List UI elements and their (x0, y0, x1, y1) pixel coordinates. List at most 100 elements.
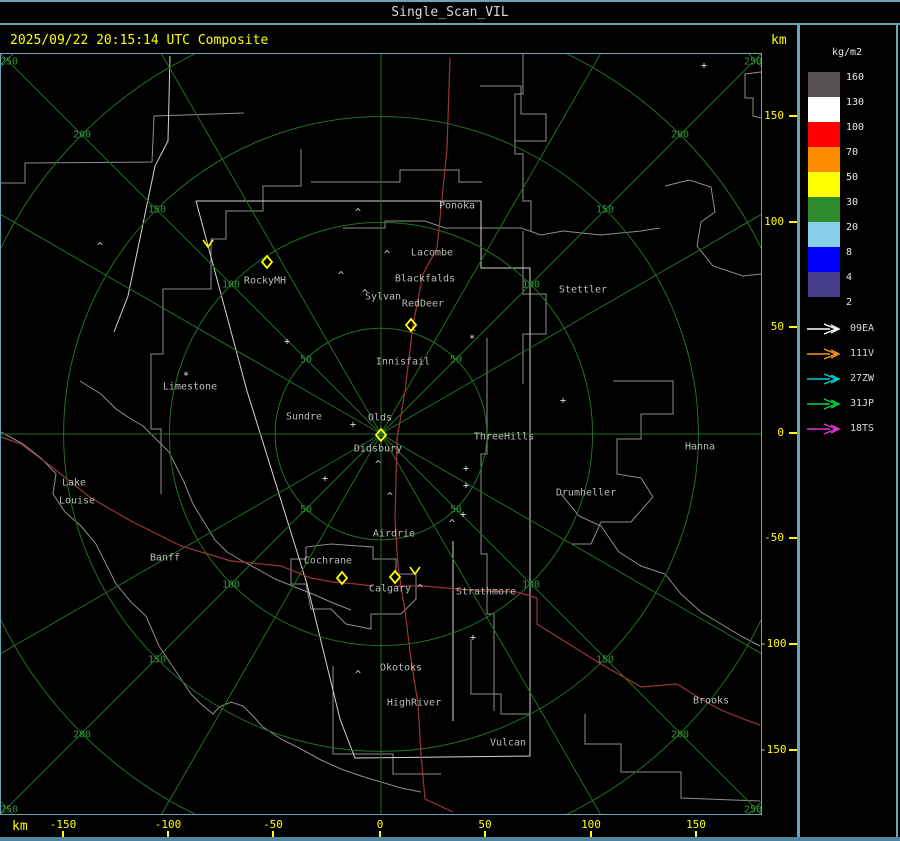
town-symbol: + (350, 420, 356, 431)
town-symbol: + (284, 337, 290, 348)
range-ring-label: 200 (73, 730, 91, 741)
city-label-hanna: Hanna (685, 442, 715, 453)
city-label-innisfail: Innisfail (376, 357, 430, 368)
color-swatch (808, 147, 840, 172)
town-symbol: + (463, 481, 469, 492)
range-ring-label: 250 (1, 57, 18, 68)
color-swatch (808, 272, 840, 297)
right-axis-tick (789, 643, 797, 645)
town-symbol: ^ (97, 242, 103, 253)
city-label-calgary: Calgary (369, 584, 411, 595)
bottom-axis-label: 150 (686, 818, 706, 831)
bottom-axis-label: -50 (263, 818, 283, 831)
legend-site-27zw: 27ZW (806, 372, 896, 385)
city-label-cochrane: Cochrane (304, 556, 352, 567)
town-symbol: ^ (355, 208, 361, 219)
county-boundary (480, 338, 495, 711)
county-boundary (470, 639, 531, 715)
county-boundary (514, 54, 532, 231)
city-label-highriver: HighRiver (387, 698, 441, 709)
radial-line-30deg (380, 0, 633, 435)
range-ring-label: 150 (148, 655, 166, 666)
town-symbol: ^ (355, 670, 361, 681)
radar-coverage-outline (113, 55, 171, 333)
range-ring-label: 100 (222, 580, 240, 591)
color-scale-value: 4 (846, 272, 853, 283)
right-axis-label: 100 (764, 215, 784, 228)
range-ring-label: 50 (300, 355, 312, 366)
city-label-olds: Olds (368, 413, 392, 424)
color-swatch (808, 97, 840, 122)
range-ring-label: 150 (596, 655, 614, 666)
color-swatch (808, 172, 840, 197)
county-boundary (522, 231, 547, 384)
town-symbol: + (560, 396, 566, 407)
color-scale-value: 130 (846, 97, 865, 108)
bottom-axis-label: 50 (478, 818, 492, 831)
city-label-limestone: Limestone (163, 382, 217, 393)
county-boundary (1, 112, 245, 184)
color-scale-value: 160 (846, 72, 865, 83)
bottom-axis-unit: km (12, 819, 28, 834)
range-ring-label: 250 (1, 805, 18, 815)
site-id-label: 111V (850, 348, 875, 359)
city-label-lake: Lake (62, 478, 86, 489)
county-boundary (0, 431, 160, 647)
color-scale-value: 30 (846, 197, 859, 208)
right-axis-label: 150 (764, 109, 784, 122)
right-border-line (896, 25, 898, 841)
city-label-banff: Banff (150, 553, 180, 564)
right-axis-label: -150 (760, 743, 787, 756)
bottom-axis-label: 0 (376, 818, 384, 831)
town-symbol: ^ (387, 492, 393, 503)
color-scale-value: 20 (846, 222, 859, 233)
site-id-label: 31JP (850, 398, 875, 409)
town-symbol: + (463, 464, 469, 475)
town-symbol: + (701, 61, 707, 72)
right-axis-tick (789, 221, 797, 223)
range-ring-label: 250 (744, 805, 761, 815)
town-symbol: ^ (417, 584, 423, 595)
city-label-ponoka: Ponoka (439, 201, 475, 212)
site-arrow-icon (807, 422, 841, 435)
town-symbol: ^ (449, 519, 455, 530)
color-swatch (808, 222, 840, 247)
city-label-stettler: Stettler (559, 285, 607, 296)
range-ring-label: 50 (450, 355, 462, 366)
town-symbol: ^ (375, 460, 381, 471)
bottom-axis-label: -100 (154, 818, 182, 831)
city-label-lacombe: Lacombe (411, 248, 453, 259)
range-ring-label: 200 (73, 130, 91, 141)
right-axis-tick (789, 749, 797, 751)
county-boundary (584, 714, 761, 802)
city-label-rockymh: RockyMH (244, 276, 286, 287)
bottom-axis-label: 100 (581, 818, 601, 831)
title-bar: Single_Scan_VIL (0, 0, 900, 25)
color-swatch (808, 122, 840, 147)
right-axis-tick (789, 537, 797, 539)
city-label-didsbury: Didsbury (354, 444, 402, 455)
bottom-bar (0, 837, 900, 841)
site-arrow-icon (807, 372, 841, 385)
county-boundary (480, 85, 547, 154)
county-boundary (311, 169, 482, 183)
legend-site-18ts: 18TS (806, 422, 896, 435)
legend-site-09ea: 09EA (806, 322, 896, 335)
radar-map[interactable]: 50 50 50 50 100 100 100 100 150 150 150 150 200 200 20… (0, 0, 900, 841)
timestamp: 2025/09/22 20:15:14 UTC Composite (10, 33, 269, 48)
radar-map-canvas[interactable]: 50 5050 50100 100100 100150 150150 150200 20020… (0, 0, 900, 841)
color-scale-value: 8 (846, 247, 853, 258)
right-axis-tick (789, 115, 797, 117)
color-swatch (808, 72, 840, 97)
site-id-label: 09EA (850, 323, 875, 334)
range-ring-label: 250 (744, 57, 761, 68)
city-label-okotoks: Okotoks (380, 663, 422, 674)
radial-line-120deg (380, 433, 854, 707)
city-label-sylvan: Sylvan (365, 292, 401, 303)
town-symbol: + (322, 474, 328, 485)
city-label-louise: Louise (59, 496, 95, 507)
site-arrow-icon (807, 347, 841, 360)
color-scale-value: 2 (846, 297, 853, 308)
city-label-drumheller: Drumheller (556, 488, 616, 499)
county-boundary (744, 71, 762, 119)
